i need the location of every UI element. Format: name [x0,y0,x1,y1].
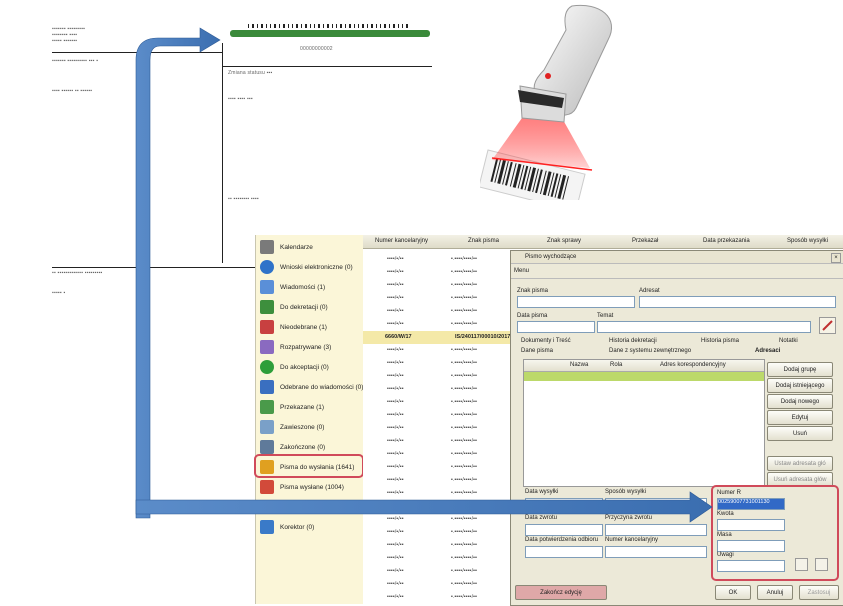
arrow-to-barcode [135,27,221,519]
arrow-to-numer-r [135,491,713,523]
flow-arrows [135,27,713,523]
